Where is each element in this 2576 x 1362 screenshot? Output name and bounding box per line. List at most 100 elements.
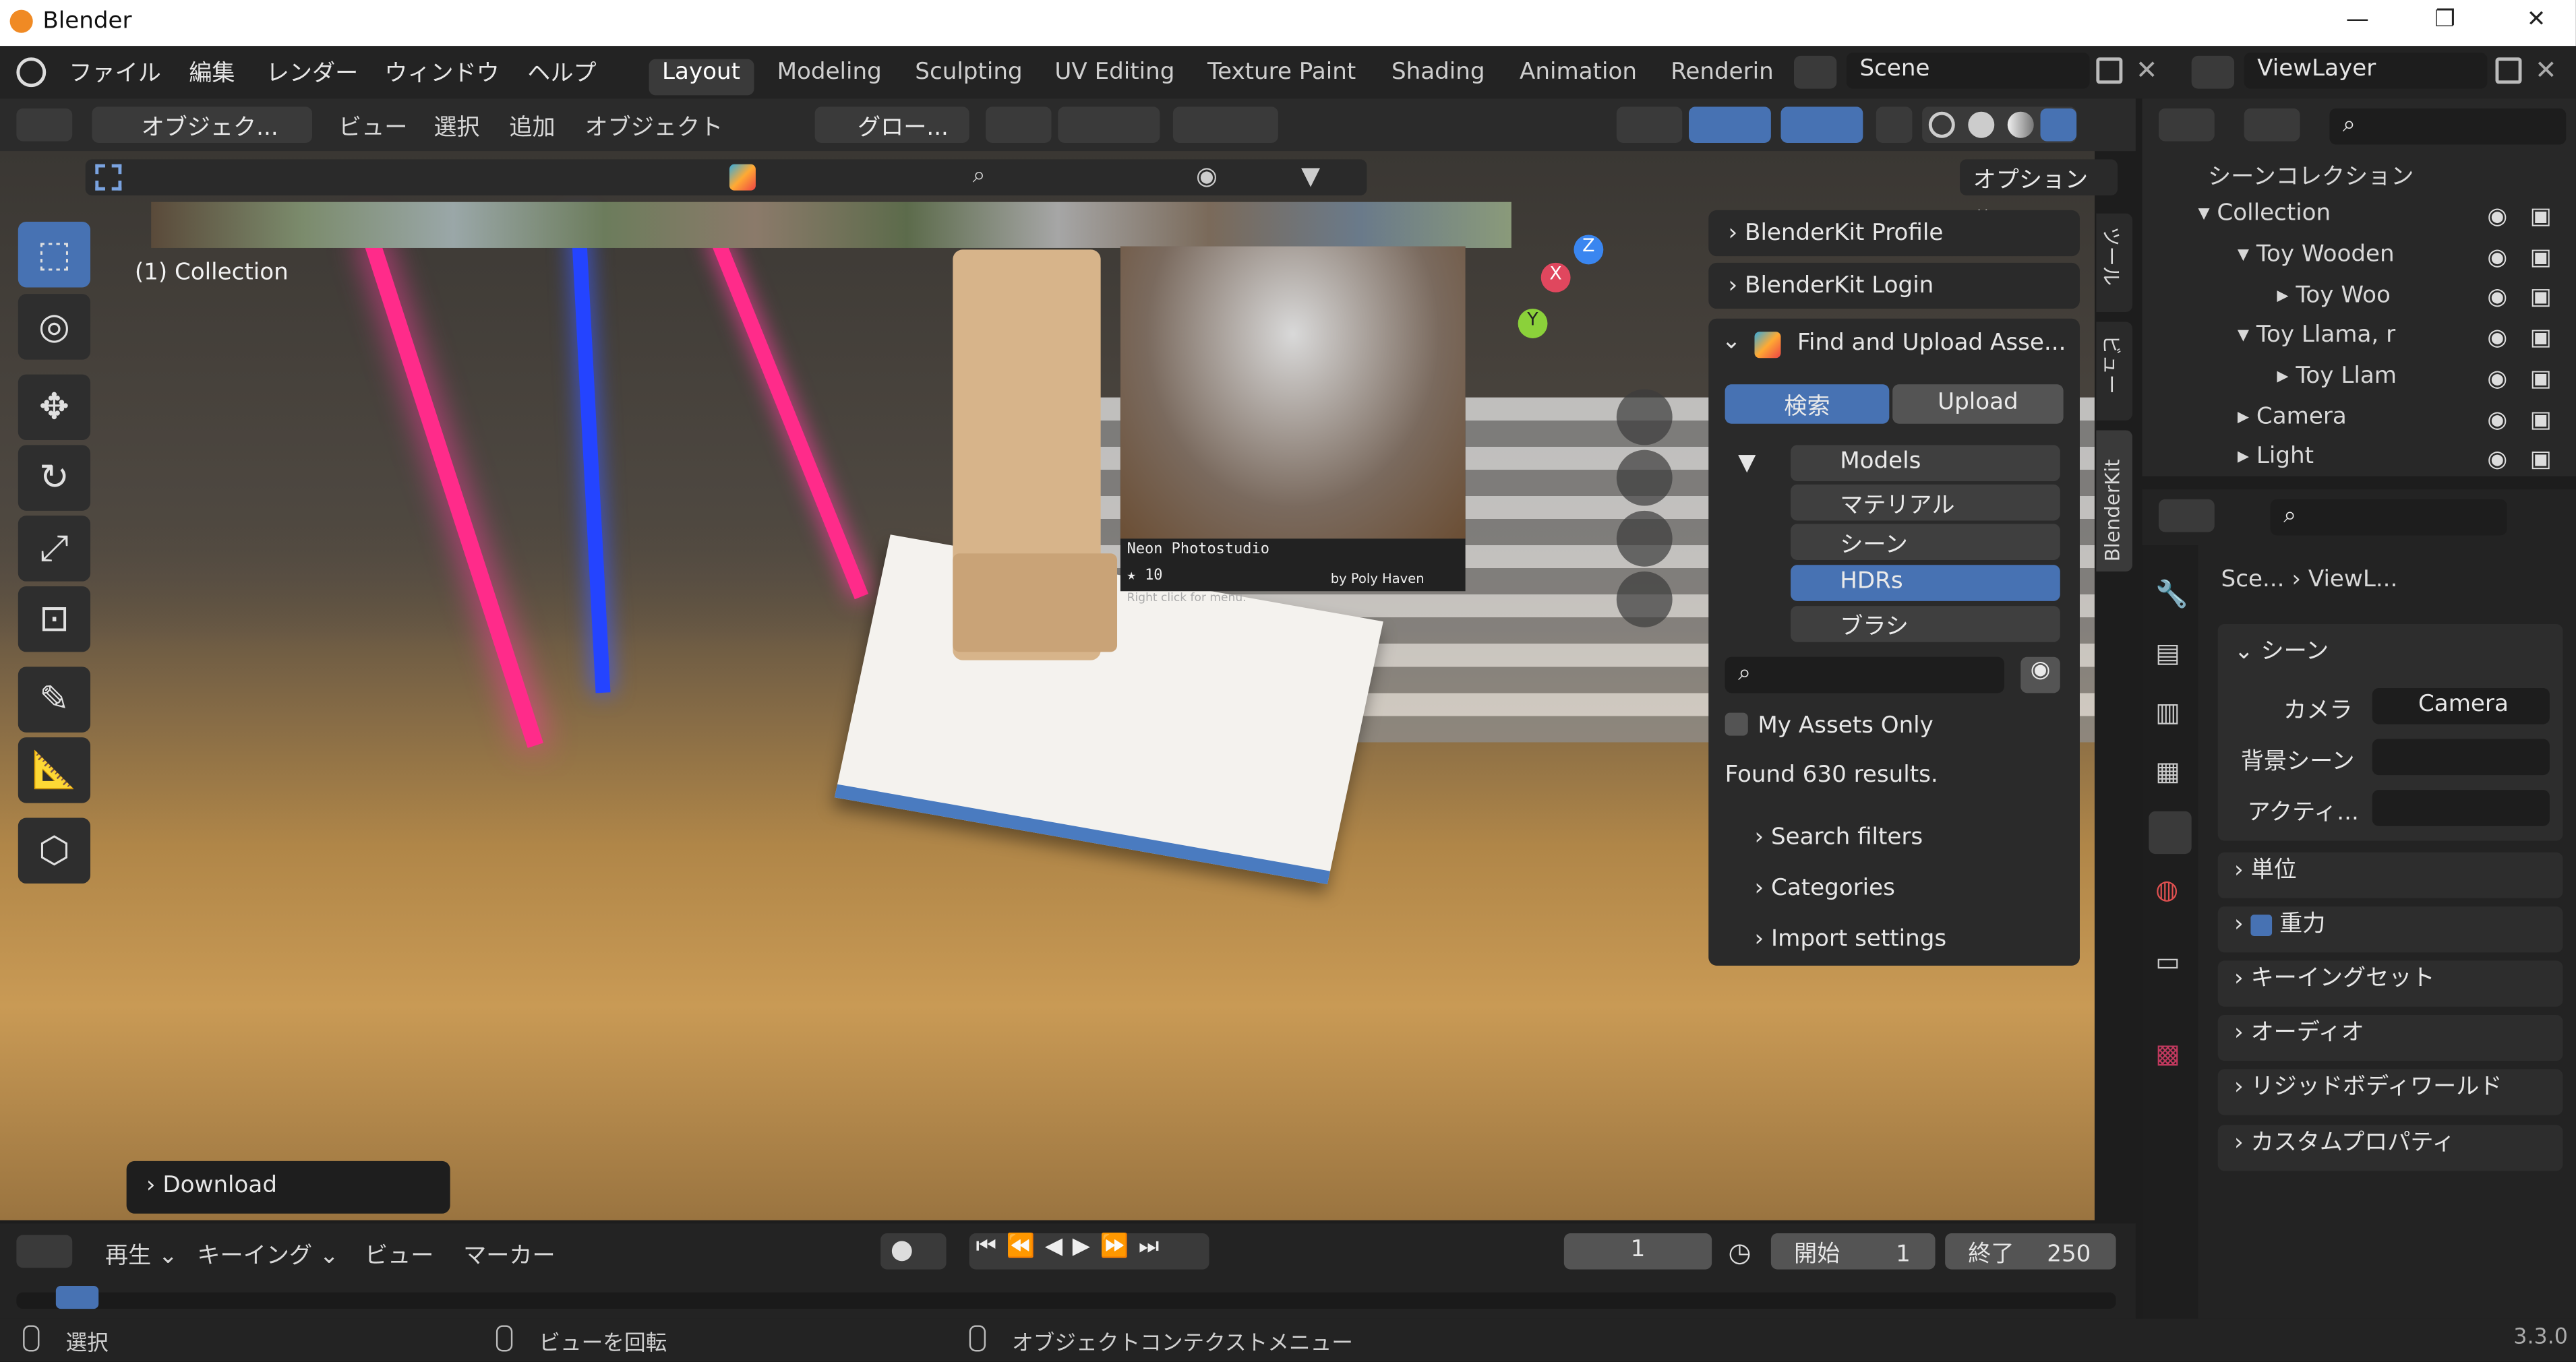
outliner-row-light[interactable]: ▸ Light [2238,443,2314,470]
playback-menu[interactable]: 再生 ⌄ [105,1238,178,1271]
sidebar-tab-blenderkit[interactable]: BlenderKit [2096,430,2132,572]
editor-type-icon[interactable] [16,108,73,142]
rendered-shading-icon[interactable] [2040,108,2077,142]
mode-dropdown[interactable]: オブジェク... [92,106,312,144]
menu-edit[interactable]: 編集 [189,56,235,89]
tab-modeling[interactable]: Modeling [764,59,895,96]
tab-uv-editing[interactable]: UV Editing [1042,59,1188,96]
outliner-visibility-icons[interactable]: ◉ ◉ ◉ ◉ ◉ ◉ ◉ [2487,197,2507,481]
audio-section[interactable]: › オーディオ [2217,1014,2563,1061]
menu-view[interactable]: ビュー [338,110,407,143]
blender-menu-icon[interactable] [16,57,47,88]
camera-view-icon[interactable] [1616,510,1673,567]
cursor-tool[interactable]: ◎ [18,294,91,360]
tab-animation[interactable]: Animation [1507,59,1650,96]
ortho-grid-icon[interactable] [1616,571,1673,627]
tool-properties-icon[interactable]: 🔧 [2155,578,2188,609]
tab-rendering[interactable]: Renderin [1658,59,1787,96]
current-frame-field[interactable]: 1 [1563,1233,1712,1270]
categories-collapse-icon[interactable]: ▼ [1738,450,1756,476]
outliner-editor-icon[interactable] [2158,108,2215,142]
wireframe-shading-icon[interactable] [1928,111,1955,138]
move-tool[interactable]: ✥ [18,374,91,441]
shading-mode-group[interactable] [1922,106,2077,144]
gizmo-toggle-icon[interactable] [1689,106,1771,144]
scene-section-header[interactable]: ⌄ シーン [2234,634,2329,667]
search-filters-section[interactable]: › Search filters [1755,824,1923,850]
end-frame-field[interactable]: 終了 250 [1945,1233,2116,1270]
scene-name-field[interactable]: Scene [1846,52,2090,89]
delete-scene-icon[interactable]: ✕ [2136,54,2158,85]
rigid-body-world-section[interactable]: › リジッドボディワールド [2217,1069,2563,1115]
outliner-render-icons[interactable]: ▣ ▣ ▣ ▣ ▣ ▣ ▣ [2530,197,2552,481]
new-viewlayer-icon[interactable] [2495,57,2522,84]
outliner-search-input[interactable]: ⌕ [2329,108,2567,145]
category-models[interactable]: Models [1791,445,2060,481]
blenderkit-logo-icon[interactable] [729,164,756,191]
pan-hand-icon[interactable] [1616,450,1673,506]
categories-section[interactable]: › Categories [1755,875,1895,902]
menu-window[interactable]: ウィンドウ [384,56,500,89]
timeline-scrubber[interactable] [16,1292,2116,1309]
world-properties-icon[interactable]: ◍ [2155,873,2178,904]
restore-button[interactable]: ❐ [2434,7,2455,33]
outliner-row-camera[interactable]: ▸ Camera [2238,404,2347,430]
asset-eye-icon[interactable]: ◉ [1196,161,1218,191]
blenderkit-login-header[interactable]: › BlenderKit Login [1708,262,2080,309]
background-scene-field[interactable] [2372,739,2550,776]
menu-file[interactable]: ファイル [69,56,160,89]
search-visibility-icon[interactable]: ◉ [2020,656,2060,693]
category-hdrs[interactable]: HDRs [1791,565,2060,601]
scene-icon[interactable] [1793,55,1837,89]
outliner-row-collection[interactable]: ▾ Collection [2198,200,2331,226]
timeline-editor-icon[interactable] [16,1235,73,1268]
category-scenes[interactable]: シーン [1791,524,2060,560]
options-dropdown[interactable]: オプション ⌄ [1960,159,2118,222]
render-properties-icon[interactable]: ▤ [2155,637,2180,668]
viewlayer-properties-icon[interactable]: ▦ [2155,755,2180,786]
blenderkit-profile-header[interactable]: › BlenderKit Profile [1708,210,2080,257]
upload-tab-button[interactable]: Upload [1892,384,2064,424]
texture-properties-icon[interactable]: ▩ [2155,1038,2180,1069]
axis-z-icon[interactable]: Z [1574,235,1604,265]
outliner-row-toy-llama[interactable]: ▾ Toy Llama, r [2238,322,2395,348]
delete-viewlayer-icon[interactable]: ✕ [2535,54,2557,85]
gravity-checkbox[interactable] [2250,914,2273,935]
menu-object[interactable]: オブジェクト [585,110,723,143]
asset-thumbnails-strip[interactable] [151,202,1511,248]
annotate-tool[interactable]: ✎ [18,667,91,733]
transform-orientation-dropdown[interactable]: グロー... [814,106,969,144]
asset-filter-icon[interactable]: ▼ [1301,161,1320,191]
viewlayer-name-field[interactable]: ViewLayer [2244,52,2488,89]
start-frame-field[interactable]: 開始 1 [1770,1233,1936,1270]
search-tab-button[interactable]: 検索 [1725,384,1890,424]
measure-tool[interactable]: 📐 [18,737,91,803]
units-section[interactable]: › 単位 [2217,852,2563,898]
transform-tool[interactable]: ⊡ [18,586,91,652]
collection-properties-icon[interactable]: ▭ [2155,946,2180,977]
blenderkit-search-input[interactable]: ⌕ [1725,656,2004,693]
viewlayer-icon[interactable] [2191,55,2235,89]
playback-controls[interactable]: ⏮⏪◀▶⏩⏭ [969,1233,1209,1270]
asset-search-icon[interactable]: ⌕ [973,162,986,189]
find-panel-expander[interactable]: ⌄ [1722,328,1741,354]
axis-y-icon[interactable]: Y [1518,309,1548,338]
outliner-row-toy-llam[interactable]: ▸ Toy Llam [2277,363,2397,390]
marker-menu[interactable]: マーカー [463,1238,555,1271]
timer-icon[interactable]: ◷ [1729,1237,1751,1268]
rotate-tool[interactable]: ↻ [18,445,91,511]
timeline-view-menu[interactable]: ビュー [365,1238,433,1271]
keying-menu[interactable]: キーイング ⌄ [197,1238,338,1271]
sidebar-tab-tool[interactable]: ツール [2096,213,2132,312]
tab-sculpting[interactable]: Sculpting [902,59,1036,96]
overlay-toggle-icon[interactable] [1780,106,1863,144]
scene-properties-icon[interactable] [2149,811,2192,855]
active-clip-field[interactable] [2372,790,2550,826]
properties-editor-icon[interactable] [2158,499,2215,532]
close-button[interactable]: ✕ [2527,7,2546,33]
scale-tool[interactable]: ⤢ [18,516,91,582]
import-settings-section[interactable]: › Import settings [1755,926,1947,952]
menu-help[interactable]: ヘルプ [527,56,596,89]
menu-select[interactable]: 選択 [433,110,479,143]
category-brushes[interactable]: ブラシ [1791,606,2060,642]
